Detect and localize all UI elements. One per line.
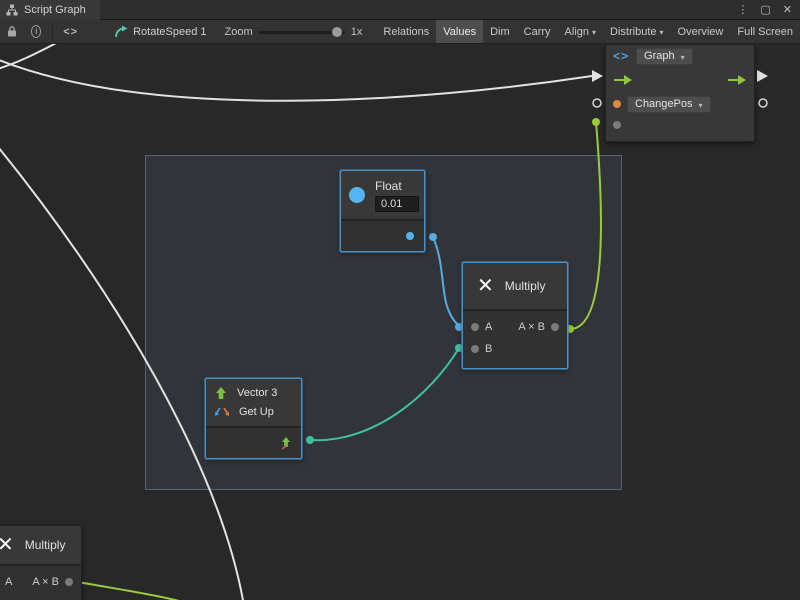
tab-script-graph[interactable]: Script Graph (0, 0, 100, 20)
dim-button[interactable]: Dim (483, 20, 517, 44)
align-button[interactable]: Align ▾ (558, 20, 603, 44)
wire-white-top-left[interactable] (0, 44, 70, 70)
get-up-op-label: Get Up (239, 406, 274, 418)
close-icon[interactable]: ✕ (783, 3, 792, 16)
wire-endpoint (592, 118, 600, 126)
float-node[interactable]: Float 0.01 (340, 170, 425, 252)
float-value-input[interactable]: 0.01 (375, 196, 419, 212)
port-label-out: A × B (518, 321, 545, 333)
full-screen-button[interactable]: Full Screen (730, 20, 800, 44)
graph-asset-name: RotateSpeed 1 (133, 26, 206, 38)
relations-button[interactable]: Relations (376, 20, 436, 44)
toolbar-buttons: Relations Values Dim Carry Align ▾ Distr… (376, 20, 800, 44)
multiply-icon: ✕ (477, 276, 494, 296)
partial-multiply-body: A A × B (0, 564, 81, 600)
wire-bottom-multiply-out[interactable] (78, 582, 212, 600)
port-row-a: A A × B (463, 316, 567, 338)
port-label-out: A × B (32, 576, 59, 588)
carry-button[interactable]: Carry (517, 20, 558, 44)
wire-white-control-in[interactable] (0, 58, 592, 101)
wire-endpoint (429, 233, 437, 241)
value-input-port[interactable] (613, 121, 621, 129)
wire-multiply-to-changepos[interactable] (570, 122, 601, 329)
graph-header-node[interactable]: <> Graph ▾ ChangePos ▾ (605, 44, 755, 142)
get-up-node[interactable]: Vector 3 Get Up (205, 378, 302, 459)
graph-toolbar: i <> RotateSpeed 1 Zoom 1x Relations Val… (0, 20, 800, 44)
float-output-port[interactable] (406, 232, 414, 240)
toolbar-divider (52, 24, 53, 40)
info-icon[interactable]: i (31, 25, 41, 38)
zoom-label: Zoom (224, 26, 252, 38)
vector-output-port-icon[interactable] (279, 436, 292, 450)
graph-header: <> Graph ▾ (606, 45, 754, 67)
wire-arrow-left (592, 70, 603, 82)
changepos-dropdown[interactable]: ChangePos ▾ (627, 96, 711, 113)
port-row-a: A A × B (0, 571, 81, 593)
value-port-row (606, 115, 754, 135)
zoom-slider-handle[interactable] (332, 27, 342, 37)
direction-arrows-icon (214, 406, 230, 418)
maximize-icon[interactable]: ▢ (760, 3, 770, 16)
port-label-a: A (485, 321, 492, 333)
partial-multiply-title: Multiply (25, 538, 66, 552)
menu-icon[interactable]: ⋮ (737, 3, 748, 16)
graph-dropdown[interactable]: Graph ▾ (636, 48, 693, 65)
wire-getup-to-multiply-b[interactable] (310, 348, 459, 440)
float-node-header: Float 0.01 (341, 171, 424, 219)
script-graph-asset-icon (114, 25, 128, 39)
multiply-node[interactable]: ✕ Multiply A A × B B (462, 262, 568, 369)
multiply-node-header: ✕ Multiply (463, 263, 567, 309)
chevron-down-icon: ▾ (592, 28, 596, 37)
chevron-down-icon: ▾ (699, 101, 703, 110)
window-controls: ⋮ ▢ ✕ (737, 3, 800, 16)
chevron-down-icon: ▾ (660, 28, 664, 37)
multiply-icon: ✕ (0, 535, 14, 555)
wire-endpoint (306, 436, 314, 444)
float-node-title: Float (375, 179, 419, 193)
get-up-type-label: Vector 3 (237, 387, 277, 399)
zoom-slider[interactable] (259, 20, 345, 44)
wire-arrow-right (757, 70, 768, 82)
get-up-node-body (206, 426, 301, 458)
graph-canvas[interactable]: <> Graph ▾ ChangePos ▾ (0, 44, 800, 600)
multiply-node-body: A A × B B (463, 309, 567, 368)
multiply-node-title: Multiply (505, 279, 546, 293)
distribute-button[interactable]: Distribute ▾ (603, 20, 670, 44)
lock-icon[interactable] (0, 20, 24, 44)
changepos-input-port[interactable] (613, 100, 621, 108)
control-output-arrow-icon[interactable] (727, 74, 747, 86)
partial-multiply-header: ✕ Multiply (0, 526, 81, 564)
overview-button[interactable]: Overview (671, 20, 731, 44)
wire-float-to-multiply-a[interactable] (433, 237, 459, 326)
multiply-input-b-port[interactable] (471, 345, 479, 353)
port-label-a: A (5, 576, 12, 588)
unconnected-port-right[interactable] (759, 99, 767, 107)
script-graph-icon (6, 4, 18, 16)
get-up-node-header: Vector 3 Get Up (206, 379, 301, 426)
script-graph-window: Script Graph ⋮ ▢ ✕ i <> RotateSpeed 1 Zo… (0, 0, 800, 600)
multiply-output-port[interactable] (551, 323, 559, 331)
partial-multiply-node[interactable]: ✕ Multiply A A × B (0, 525, 82, 600)
window-title: Script Graph (24, 4, 86, 16)
chevron-down-icon: ▾ (681, 53, 685, 62)
titlebar: Script Graph ⋮ ▢ ✕ (0, 0, 800, 20)
graph-asset-breadcrumb[interactable]: RotateSpeed 1 (114, 25, 206, 39)
multiply-input-a-port[interactable] (471, 323, 479, 331)
port-row-b: B (463, 338, 567, 360)
float-node-body (341, 219, 424, 251)
multiply-output-port[interactable] (65, 578, 73, 586)
control-input-arrow-icon[interactable] (613, 74, 633, 86)
port-label-b: B (485, 343, 492, 355)
changepos-row: ChangePos ▾ (606, 93, 754, 115)
float-icon (349, 187, 365, 203)
unconnected-port-left[interactable] (593, 99, 601, 107)
code-icon[interactable]: <> (57, 20, 84, 44)
zoom-value: 1x (351, 26, 363, 38)
values-button[interactable]: Values (436, 20, 483, 44)
control-flow-row (606, 67, 754, 93)
code-icon: <> (613, 49, 629, 63)
up-arrow-icon (214, 386, 228, 400)
